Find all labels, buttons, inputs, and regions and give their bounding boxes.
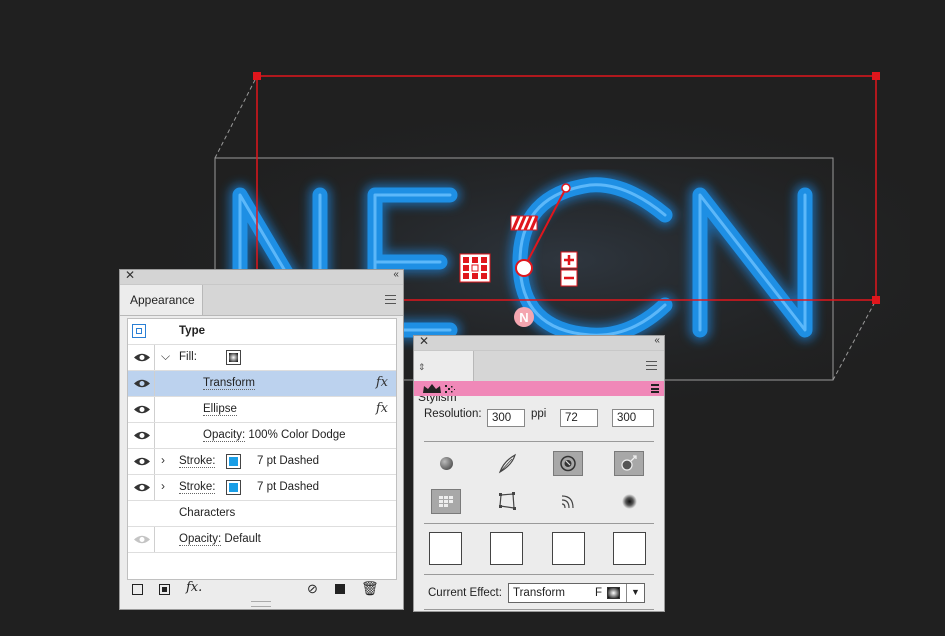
stylism-panel: ✕ ‹‹ ⇕ Stylism Resolution: 300 ppi 72 30… <box>413 334 665 612</box>
appearance-attribute-list: Type ⌵ Fill: Transform fx Ellipse fx Opa… <box>127 318 397 580</box>
opacity-link[interactable]: Opacity: <box>203 429 246 442</box>
expand-chevron-down-icon[interactable]: ⌵ <box>161 349 170 364</box>
collapse-panel-icon[interactable]: ‹‹ <box>393 269 399 280</box>
gender-tool-icon[interactable] <box>614 451 644 476</box>
stroke-link[interactable]: Stroke: <box>179 481 216 494</box>
stroke-color-swatch[interactable] <box>226 480 241 495</box>
appearance-row-opacity-default[interactable]: Opacity: Default <box>128 527 396 553</box>
resize-grip[interactable] <box>251 601 271 607</box>
divider <box>424 523 654 524</box>
visibility-eye-icon[interactable] <box>131 532 153 547</box>
panel-menu-icon[interactable] <box>385 295 396 304</box>
effect-preview-swatch <box>607 587 620 599</box>
stylism-titlebar[interactable]: ✕ ‹‹ <box>414 334 664 351</box>
add-fill-icon[interactable] <box>159 584 170 595</box>
sphere-tool-icon[interactable] <box>431 451 461 476</box>
waves-tool-icon[interactable] <box>553 489 583 514</box>
type-object-icon <box>132 324 146 338</box>
visibility-eye-icon[interactable] <box>131 428 153 443</box>
appearance-header-row: Type <box>128 319 396 345</box>
add-effect-fx-icon[interactable]: fx. <box>186 580 202 595</box>
resolution-preset-300[interactable]: 300 <box>612 409 654 427</box>
style-preset-slot-4[interactable] <box>613 532 646 565</box>
divider <box>424 574 654 575</box>
effect-link-ellipse[interactable]: Ellipse <box>203 403 237 416</box>
collapse-panel-icon[interactable]: ‹‹ <box>654 335 660 346</box>
fx-icon[interactable]: fx <box>376 375 388 390</box>
target-tool-icon[interactable] <box>553 451 583 476</box>
appearance-row-ellipse[interactable]: Ellipse fx <box>128 397 396 423</box>
crown-icon <box>423 384 455 393</box>
appearance-row-stroke[interactable]: › Stroke: 7 pt Dashed <box>128 475 396 501</box>
reference-point-grid-icon[interactable] <box>459 253 491 283</box>
hatch-pattern-icon[interactable] <box>510 215 539 231</box>
current-effect-label: Current Effect: <box>428 587 502 599</box>
tab-arrows-icon: ⇕ <box>418 362 426 372</box>
appearance-row-characters[interactable]: Characters <box>128 501 396 527</box>
appearance-row-opacity[interactable]: Opacity: 100% Color Dodge <box>128 423 396 449</box>
visibility-eye-icon[interactable] <box>131 350 153 365</box>
fill-swatch-gradient[interactable] <box>226 350 241 365</box>
north-badge-letter: N <box>519 310 528 325</box>
expand-chevron-right-icon[interactable]: › <box>161 479 165 493</box>
blur-tool-icon[interactable] <box>614 489 644 514</box>
appearance-object-type: Type <box>179 325 205 337</box>
effect-link-transform[interactable]: Transform <box>203 377 255 390</box>
style-preset-slot-3[interactable] <box>552 532 585 565</box>
resolution-label: Resolution: <box>424 408 482 420</box>
appearance-panel: ✕ ‹‹ Appearance Type ⌵ Fill: Transform f… <box>119 268 404 610</box>
style-preset-slot-1[interactable] <box>429 532 462 565</box>
distort-tool-icon[interactable] <box>492 489 522 514</box>
opacity-link[interactable]: Opacity: <box>179 533 222 546</box>
transform-angle-handle[interactable] <box>561 183 571 193</box>
panel-menu-icon[interactable] <box>646 361 657 370</box>
stroke-color-swatch[interactable] <box>226 454 241 469</box>
visibility-eye-icon[interactable] <box>131 376 153 391</box>
add-stroke-icon[interactable] <box>132 584 143 595</box>
zoom-out-icon[interactable] <box>560 269 578 287</box>
visibility-eye-icon[interactable] <box>131 454 153 469</box>
zoom-in-icon[interactable] <box>560 251 578 269</box>
appearance-tabbar: Appearance <box>120 285 403 316</box>
divider <box>424 441 654 442</box>
current-effect-dropdown[interactable]: Transform F ▼ <box>508 583 645 603</box>
resolution-input[interactable]: 300 <box>487 409 525 427</box>
delete-trash-icon[interactable]: 🗑 <box>361 580 379 597</box>
divider <box>424 609 654 610</box>
appearance-footer-toolbar: fx. ⊘ 🗑 <box>120 580 403 601</box>
transform-center-point[interactable] <box>515 259 533 277</box>
close-icon[interactable]: ✕ <box>125 268 135 282</box>
selection-handle-top-left[interactable] <box>253 72 261 80</box>
stylism-tabbar: ⇕ Stylism <box>414 351 664 404</box>
stroke-link[interactable]: Stroke: <box>179 455 216 468</box>
appearance-row-stroke[interactable]: › Stroke: 7 pt Dashed <box>128 449 396 475</box>
grid-tool-icon[interactable] <box>431 489 461 514</box>
stylism-brand-bar <box>414 381 664 396</box>
expand-chevron-right-icon[interactable]: › <box>161 453 165 467</box>
appearance-titlebar[interactable]: ✕ ‹‹ <box>120 268 403 285</box>
brand-menu-icon[interactable] <box>651 384 659 393</box>
style-preset-slot-2[interactable] <box>490 532 523 565</box>
feather-tool-icon[interactable] <box>492 451 522 476</box>
visibility-eye-icon[interactable] <box>131 480 153 495</box>
ppi-unit-label: ppi <box>531 408 547 420</box>
fx-icon[interactable]: fx <box>376 401 388 416</box>
resolution-preset-72[interactable]: 72 <box>560 409 598 427</box>
appearance-row-fill[interactable]: ⌵ Fill: <box>128 345 396 371</box>
selection-handle-top-right[interactable] <box>872 72 880 80</box>
appearance-row-transform[interactable]: Transform fx <box>128 371 396 397</box>
duplicate-item-icon[interactable] <box>335 584 345 594</box>
selection-handle-bottom-right[interactable] <box>872 296 880 304</box>
visibility-eye-icon[interactable] <box>131 402 153 417</box>
chevron-down-icon[interactable]: ▼ <box>631 587 640 597</box>
tab-appearance[interactable]: Appearance <box>120 285 203 315</box>
clear-appearance-icon[interactable]: ⊘ <box>307 581 318 597</box>
close-icon[interactable]: ✕ <box>419 334 429 348</box>
tab-stylism[interactable]: ⇕ Stylism <box>414 351 474 404</box>
